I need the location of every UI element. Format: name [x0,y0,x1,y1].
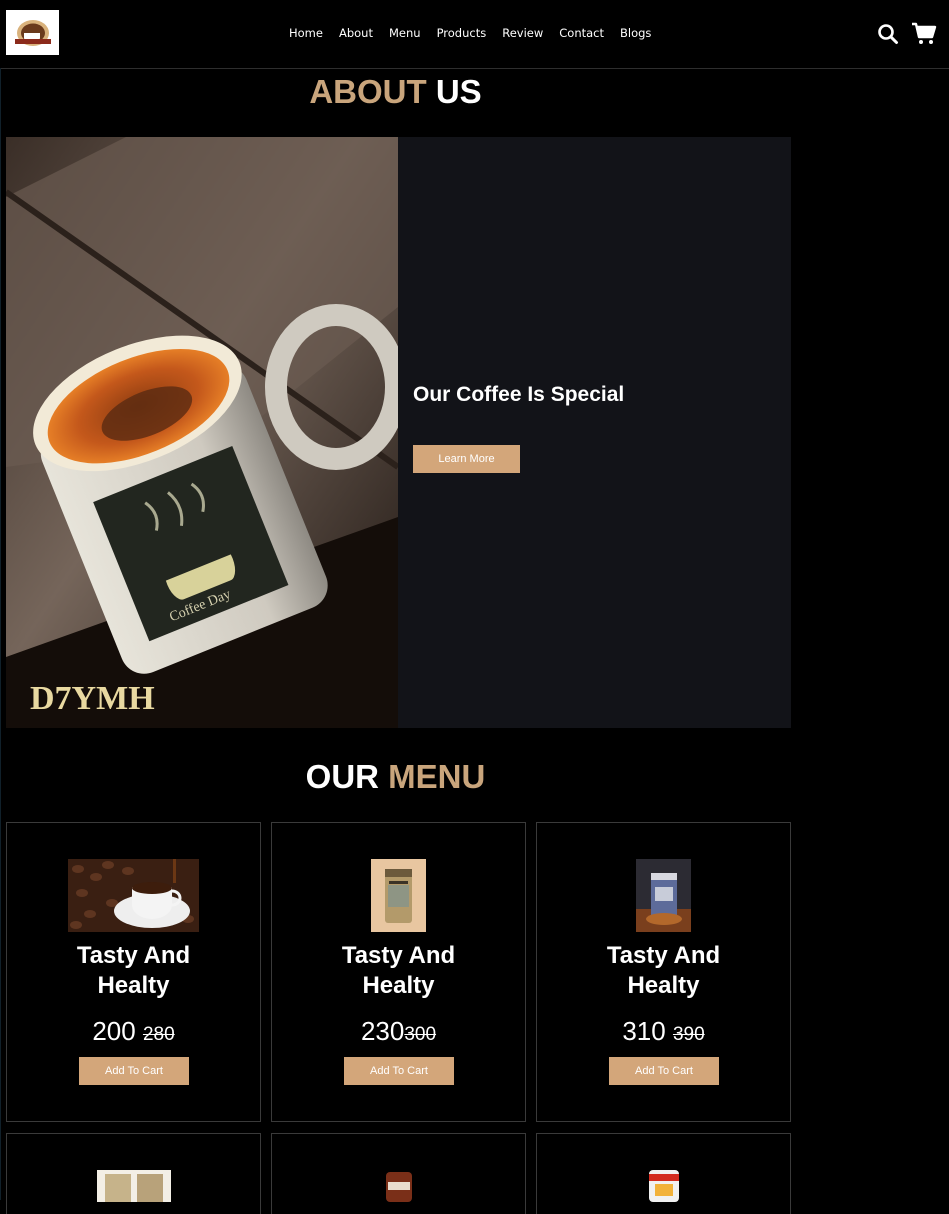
nav-contact[interactable]: Contact [559,26,604,40]
site-header: Home About Menu Products Review Contact … [0,0,949,69]
menu-item-title-line1: Tasty And [606,942,721,969]
about-title: ABOUT US [0,73,791,111]
menu-card [6,1133,261,1214]
nav-products[interactable]: Products [437,26,487,40]
menu-item-image [371,859,426,932]
nav-home[interactable]: Home [289,26,323,40]
about-image-watermark: D7YMH [30,680,155,717]
menu-item-title-line2: Healty [97,972,170,999]
nav-about[interactable]: About [339,26,373,40]
about-heading: Our Coffee Is Special [413,383,625,406]
current-price: 230 [360,1016,405,1046]
menu-item-title: Tasty And Healty [272,941,525,1001]
current-price: 200 [92,1016,136,1046]
nav-blogs[interactable]: Blogs [620,26,651,40]
add-to-cart-button[interactable]: Add To Cart [344,1057,454,1085]
menu-title: OUR MENU [0,758,791,796]
menu-card: Tasty And Healty 200 280 Add To Cart [6,822,261,1122]
menu-item-image [636,859,691,932]
about-title-accent: ABOUT [309,73,427,110]
menu-item-title-line1: Tasty And [76,942,191,969]
menu-item-title-line2: Healty [627,972,700,999]
menu-card [536,1133,791,1214]
about-title-rest: US [435,73,482,110]
nav-menu[interactable]: Menu [389,26,421,40]
menu-item-title-line1: Tasty And [341,942,456,969]
about-coffee-image: Coffee Day D7YMH [6,137,398,728]
current-price: 310 [622,1016,666,1046]
menu-item-price: 230300 [272,1016,525,1047]
menu-item-title: Tasty And Healty [537,941,790,1001]
menu-title-rest: OUR [305,758,379,795]
menu-item-image [386,1172,412,1202]
coffee-logo-icon [14,19,51,46]
nav-review[interactable]: Review [502,26,543,40]
main-nav: Home About Menu Products Review Contact … [281,26,659,40]
menu-item-title: Tasty And Healty [7,941,260,1001]
menu-item-title-line2: Healty [362,972,435,999]
menu-card: Tasty And Healty 310 390 Add To Cart [536,822,791,1122]
left-edge-line [0,68,1,1200]
menu-card [271,1133,526,1214]
old-price: 300 [404,1024,437,1045]
menu-item-image [68,859,199,932]
old-price: 280 [142,1024,175,1045]
brand-logo[interactable] [6,10,59,55]
menu-item-image [97,1170,171,1202]
about-content: Our Coffee Is Special Learn More [413,383,624,473]
old-price: 390 [672,1024,705,1045]
learn-more-button[interactable]: Learn More [413,445,520,473]
cart-icon[interactable] [911,22,937,46]
about-panel: Coffee Day D7YMH Our Coffee Is Special L… [6,137,791,728]
menu-title-accent: MENU [388,758,486,795]
menu-item-image [649,1170,679,1202]
search-icon[interactable] [877,23,899,45]
menu-item-price: 310 390 [537,1016,790,1047]
add-to-cart-button[interactable]: Add To Cart [609,1057,719,1085]
add-to-cart-button[interactable]: Add To Cart [79,1057,189,1085]
menu-item-price: 200 280 [7,1016,260,1047]
menu-card: Tasty And Healty 230300 Add To Cart [271,822,526,1122]
